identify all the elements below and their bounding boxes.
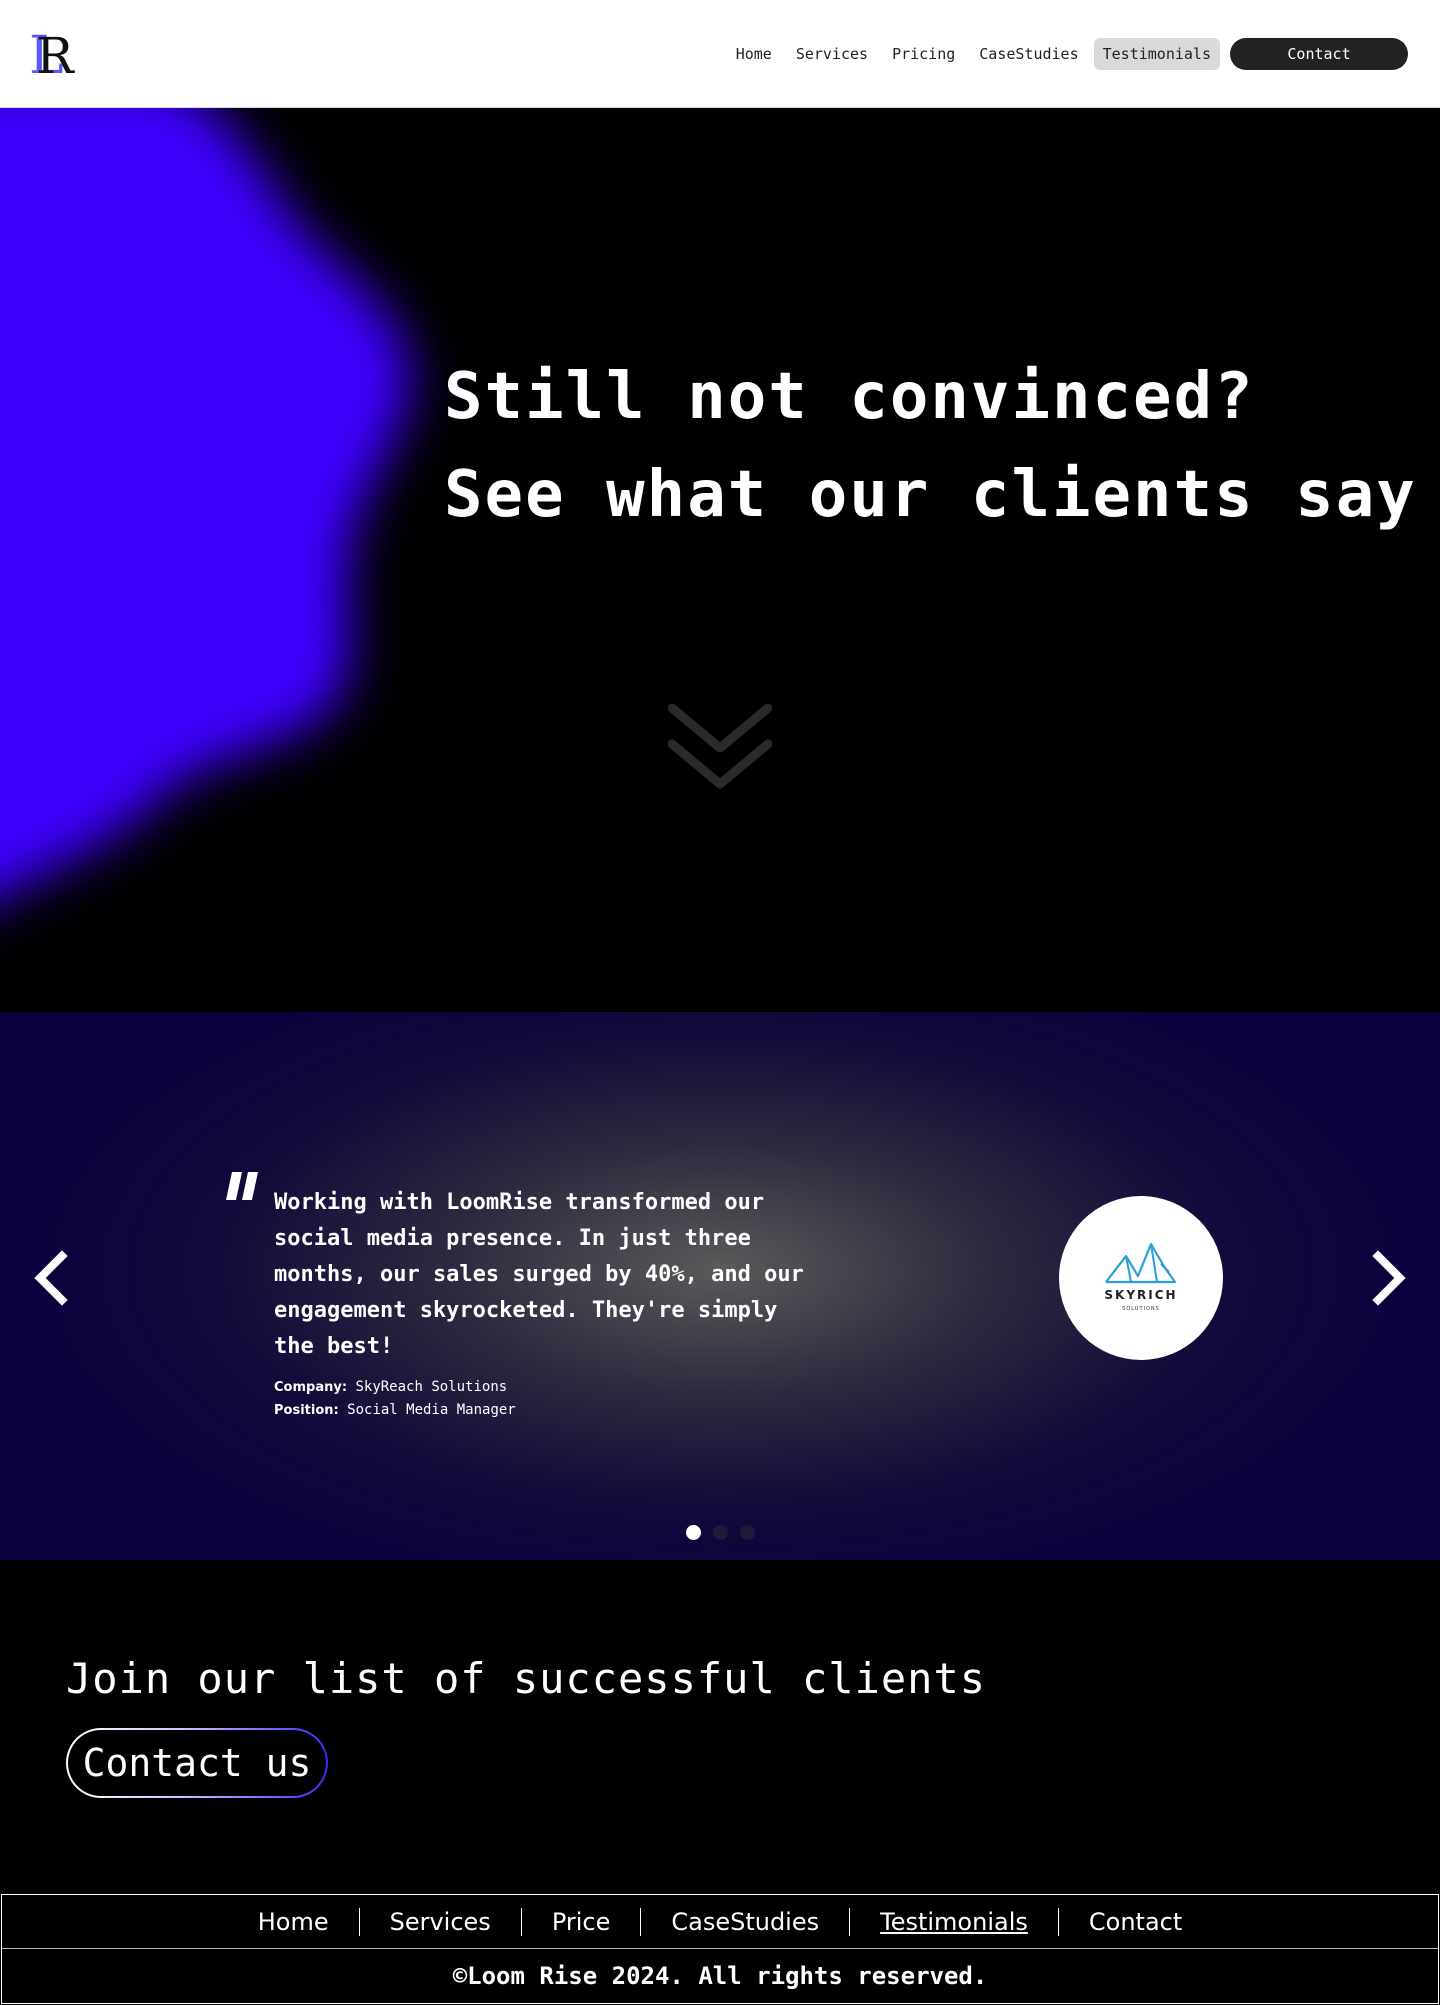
nav-contact-button[interactable]: Contact [1230,38,1408,70]
company-label: Company: [274,1380,348,1395]
chevron-right-icon[interactable] [1370,1250,1410,1306]
contact-us-label: Contact us [68,1730,326,1796]
carousel-pagination [686,1525,755,1540]
loomrise-logo-icon[interactable]: L R [30,30,80,78]
chevron-left-icon[interactable] [30,1250,70,1306]
nav-casestudies[interactable]: CaseStudies [970,38,1087,70]
testimonial-position: Position: Social Media Manager [274,1399,516,1422]
testimonial-meta: Company: SkyReach Solutions Position: So… [274,1376,516,1422]
hero-title-line1: Still not convinced? [444,360,1255,434]
carousel-dot[interactable] [740,1525,755,1540]
cta-title: Join our list of successful clients [66,1654,987,1703]
nav-testimonials[interactable]: Testimonials [1093,38,1220,70]
quote-mark-icon [226,1172,258,1200]
footer-nav-home[interactable]: Home [228,1907,360,1936]
testimonial-company: Company: SkyReach Solutions [274,1376,516,1399]
client-logo: SKYRICH SOLUTIONS [1059,1196,1223,1360]
company-value: SkyReach Solutions [355,1379,508,1395]
footer-nav-testimonials[interactable]: Testimonials [850,1907,1059,1936]
copyright-text: ©Loom Rise 2024. All rights reserved. [1,1948,1439,2004]
testimonials-carousel: Working with LoomRise transformed our so… [0,1012,1440,1560]
hero-title-line2: See what our clients say [444,458,1417,532]
position-value: Social Media Manager [347,1402,516,1418]
testimonial-quote: Working with LoomRise transformed our so… [274,1190,804,1359]
hero-section: Still not convinced? See what our client… [0,108,1440,1012]
footer-nav-price[interactable]: Price [522,1907,642,1936]
cta-section: Join our list of successful clients Cont… [0,1560,1440,1894]
site-header: L R Home Services Pricing CaseStudies Te… [0,0,1440,108]
double-chevron-down-icon[interactable] [668,700,772,796]
nav-pricing[interactable]: Pricing [883,38,964,70]
mountain-logo-icon [1105,1242,1177,1284]
site-footer: Home Services Price CaseStudies Testimon… [0,1894,1440,2005]
client-logo-sub: SOLUTIONS [1122,1306,1160,1312]
contact-us-button[interactable]: Contact us [66,1728,328,1798]
footer-nav: Home Services Price CaseStudies Testimon… [1,1894,1439,1949]
footer-nav-casestudies[interactable]: CaseStudies [641,1907,851,1936]
carousel-dot[interactable] [713,1525,728,1540]
footer-nav-services[interactable]: Services [360,1907,522,1936]
main-nav: Home Services Pricing CaseStudies Testim… [727,38,1408,70]
hero-title: Still not convinced? See what our client… [444,348,1417,544]
nav-services[interactable]: Services [787,38,877,70]
carousel-dot[interactable] [686,1525,701,1540]
svg-text:R: R [36,30,75,78]
position-label: Position: [274,1403,339,1418]
client-logo-brand: SKYRICH [1104,1288,1178,1302]
nav-home[interactable]: Home [727,38,781,70]
footer-nav-contact[interactable]: Contact [1059,1908,1212,1936]
decorative-blob [0,108,410,897]
